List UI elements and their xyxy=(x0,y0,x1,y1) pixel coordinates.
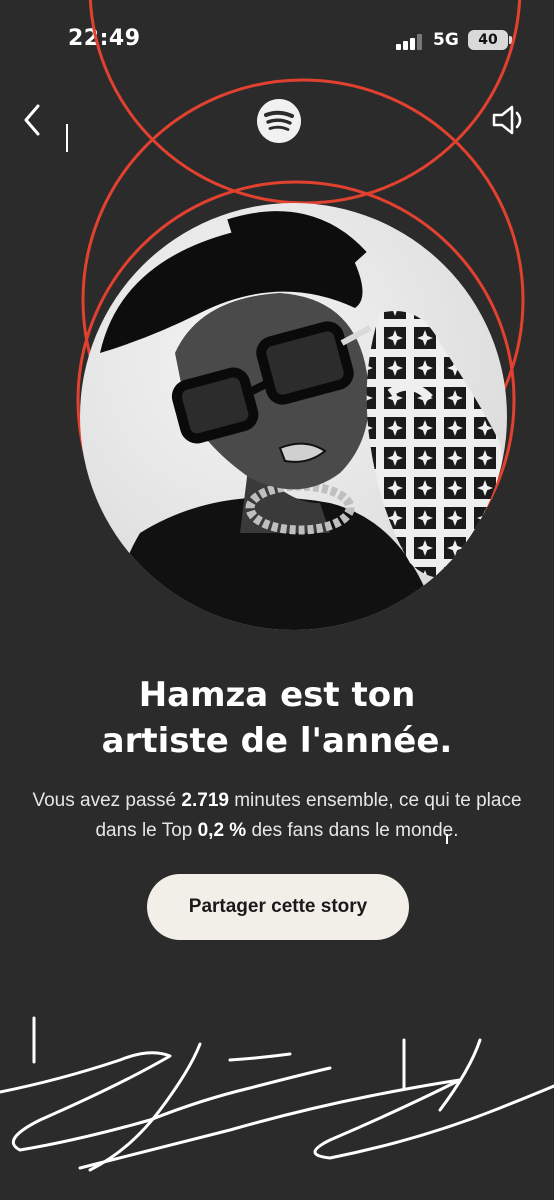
headline-line-1: Hamza est ton xyxy=(138,675,416,715)
stats-description: Vous avez passé 2.719 minutes ensemble, … xyxy=(20,786,534,846)
headline-line-2: artiste de l'année. xyxy=(101,721,453,761)
back-button[interactable] xyxy=(16,100,50,140)
chevron-left-icon xyxy=(24,104,40,136)
sound-toggle-button[interactable] xyxy=(490,100,530,140)
decorative-scribble xyxy=(0,1016,554,1172)
artist-portrait-illustration xyxy=(100,211,503,630)
headline: Hamza est ton artiste de l'année. xyxy=(0,672,554,764)
percent-value: 0,2 % xyxy=(197,820,247,841)
text-cursor-mark xyxy=(66,124,68,152)
ring-top xyxy=(88,0,522,205)
artist-photo xyxy=(80,203,507,630)
speaker-icon xyxy=(492,105,522,135)
stats-text-1: Vous avez passé xyxy=(32,790,182,811)
stats-text-3: des fans dans le monde. xyxy=(246,820,459,841)
minutes-value: 2.719 xyxy=(181,790,229,811)
text-cursor-mark-small xyxy=(446,834,448,844)
share-story-button[interactable]: Partager cette story xyxy=(147,874,409,940)
spotify-logo-icon xyxy=(257,99,301,143)
